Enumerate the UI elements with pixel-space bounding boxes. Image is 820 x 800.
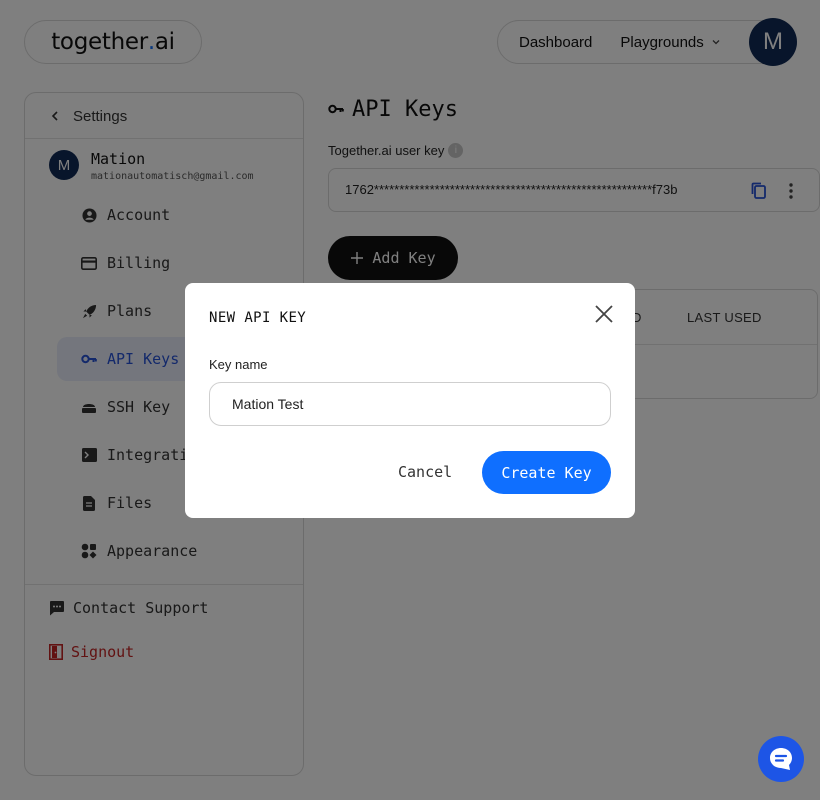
chat-widget-button[interactable] [758, 736, 804, 782]
cancel-button[interactable]: Cancel [398, 463, 452, 481]
create-key-button[interactable]: Create Key [482, 451, 611, 494]
key-name-label: Key name [209, 357, 268, 372]
chat-bubble-icon [770, 748, 792, 770]
close-icon[interactable] [593, 303, 615, 325]
new-api-key-dialog: NEW API KEY Key name Cancel Create Key [185, 283, 635, 518]
dialog-title: NEW API KEY [209, 310, 307, 326]
key-name-input[interactable] [209, 382, 611, 426]
